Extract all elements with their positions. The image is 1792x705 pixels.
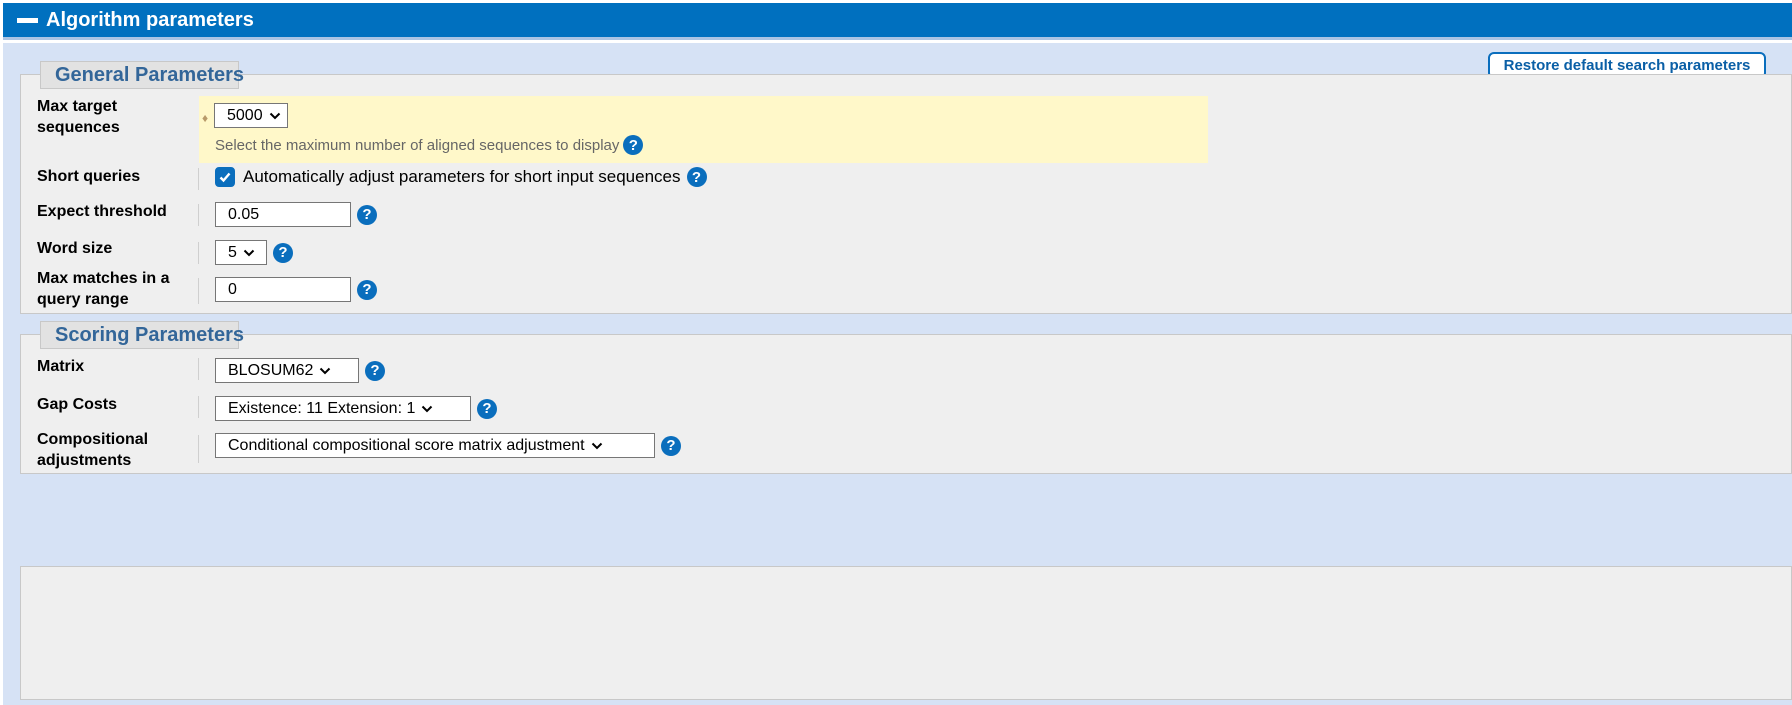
help-icon[interactable]: ? [273, 242, 293, 263]
chevron-down-icon [591, 440, 603, 452]
expect-threshold-row: Expect threshold ? [21, 202, 1791, 232]
max-matches-label: Max matches in a query range [37, 270, 170, 308]
row-divider [198, 435, 199, 463]
chevron-down-icon [269, 110, 281, 122]
max-target-value: 5000 [227, 106, 263, 124]
word-size-label: Word size [37, 240, 113, 257]
gap-costs-row: Gap Costs Existence: 11 Extension: 1 ? [21, 394, 1791, 424]
expect-threshold-input[interactable] [215, 202, 351, 227]
chevron-down-icon [421, 403, 433, 415]
matrix-select[interactable]: BLOSUM62 [215, 358, 359, 383]
page: Algorithm parameters Restore default sea… [0, 0, 1792, 705]
short-queries-checkbox-label[interactable]: Automatically adjust parameters for shor… [243, 167, 681, 187]
diamond-icon: ♦ [202, 111, 209, 125]
matrix-label: Matrix [37, 358, 85, 375]
checkmark-icon [219, 172, 231, 183]
help-icon[interactable]: ? [365, 360, 385, 381]
short-queries-label: Short queries [37, 168, 141, 185]
general-parameters-section: General Parameters Max target sequences … [20, 61, 1792, 314]
gap-costs-select[interactable]: Existence: 11 Extension: 1 [215, 396, 471, 421]
short-queries-field: Automatically adjust parameters for shor… [215, 167, 707, 187]
row-divider [198, 396, 199, 418]
algorithm-parameters-header[interactable]: Algorithm parameters [3, 3, 1792, 40]
max-matches-input[interactable] [215, 277, 351, 302]
general-parameters-legend: General Parameters [40, 61, 244, 89]
short-queries-checkbox[interactable] [215, 167, 235, 187]
help-icon[interactable]: ? [357, 204, 377, 225]
row-divider [198, 278, 199, 304]
filters-masking-section [20, 566, 1792, 700]
row-divider [198, 358, 199, 380]
short-queries-row: Short queries Automatically adjust param… [21, 166, 1791, 192]
header-title: Algorithm parameters [46, 8, 254, 31]
compositional-label: Compositional adjustments [37, 431, 149, 469]
help-icon[interactable]: ? [686, 167, 707, 187]
word-size-select[interactable]: 5 [215, 240, 267, 265]
max-target-row: Max target sequences ♦ 5000 Select the m… [21, 96, 1791, 163]
word-size-row: Word size 5 ? [21, 240, 1791, 270]
gap-costs-value: Existence: 11 Extension: 1 [228, 399, 416, 417]
max-target-hint: Select the maximum number of aligned seq… [215, 135, 644, 155]
matrix-row: Matrix BLOSUM62 ? [21, 356, 1791, 386]
parameters-panel: Restore default search parameters Genera… [3, 43, 1792, 705]
compositional-value: Conditional compositional score matrix a… [228, 436, 585, 454]
matrix-value: BLOSUM62 [228, 361, 314, 379]
compositional-field: Conditional compositional score matrix a… [215, 433, 681, 458]
row-divider [198, 204, 199, 226]
chevron-down-icon [319, 365, 331, 377]
gap-costs-field: Existence: 11 Extension: 1 ? [215, 396, 497, 421]
gap-costs-label: Gap Costs [37, 396, 118, 413]
max-target-select[interactable]: 5000 [214, 103, 288, 128]
help-icon[interactable]: ? [477, 398, 497, 419]
help-icon[interactable]: ? [623, 135, 644, 155]
expect-threshold-field: ? [215, 202, 377, 227]
max-matches-row: Max matches in a query range ? [21, 268, 1791, 314]
expect-threshold-label: Expect threshold [37, 203, 167, 220]
max-matches-field: ? [215, 277, 377, 302]
compositional-row: Compositional adjustments Conditional co… [21, 429, 1791, 471]
word-size-value: 5 [228, 243, 237, 261]
max-target-hint-box: ♦ 5000 Select the maximum number of alig… [199, 96, 1208, 163]
max-target-hint-text: Select the maximum number of aligned seq… [215, 136, 620, 154]
max-target-label: Max target sequences [37, 98, 120, 136]
row-divider [198, 242, 199, 264]
help-icon[interactable]: ? [357, 279, 377, 300]
chevron-down-icon [243, 247, 255, 259]
scoring-parameters-legend: Scoring Parameters [40, 321, 244, 349]
row-divider [198, 168, 199, 190]
scoring-parameters-section: Scoring Parameters Matrix BLOSUM62 ? Gap… [20, 321, 1792, 474]
compositional-select[interactable]: Conditional compositional score matrix a… [215, 433, 655, 458]
word-size-field: 5 ? [215, 240, 293, 265]
collapse-minus-icon[interactable] [17, 17, 38, 23]
matrix-field: BLOSUM62 ? [215, 358, 385, 383]
help-icon[interactable]: ? [661, 435, 681, 456]
